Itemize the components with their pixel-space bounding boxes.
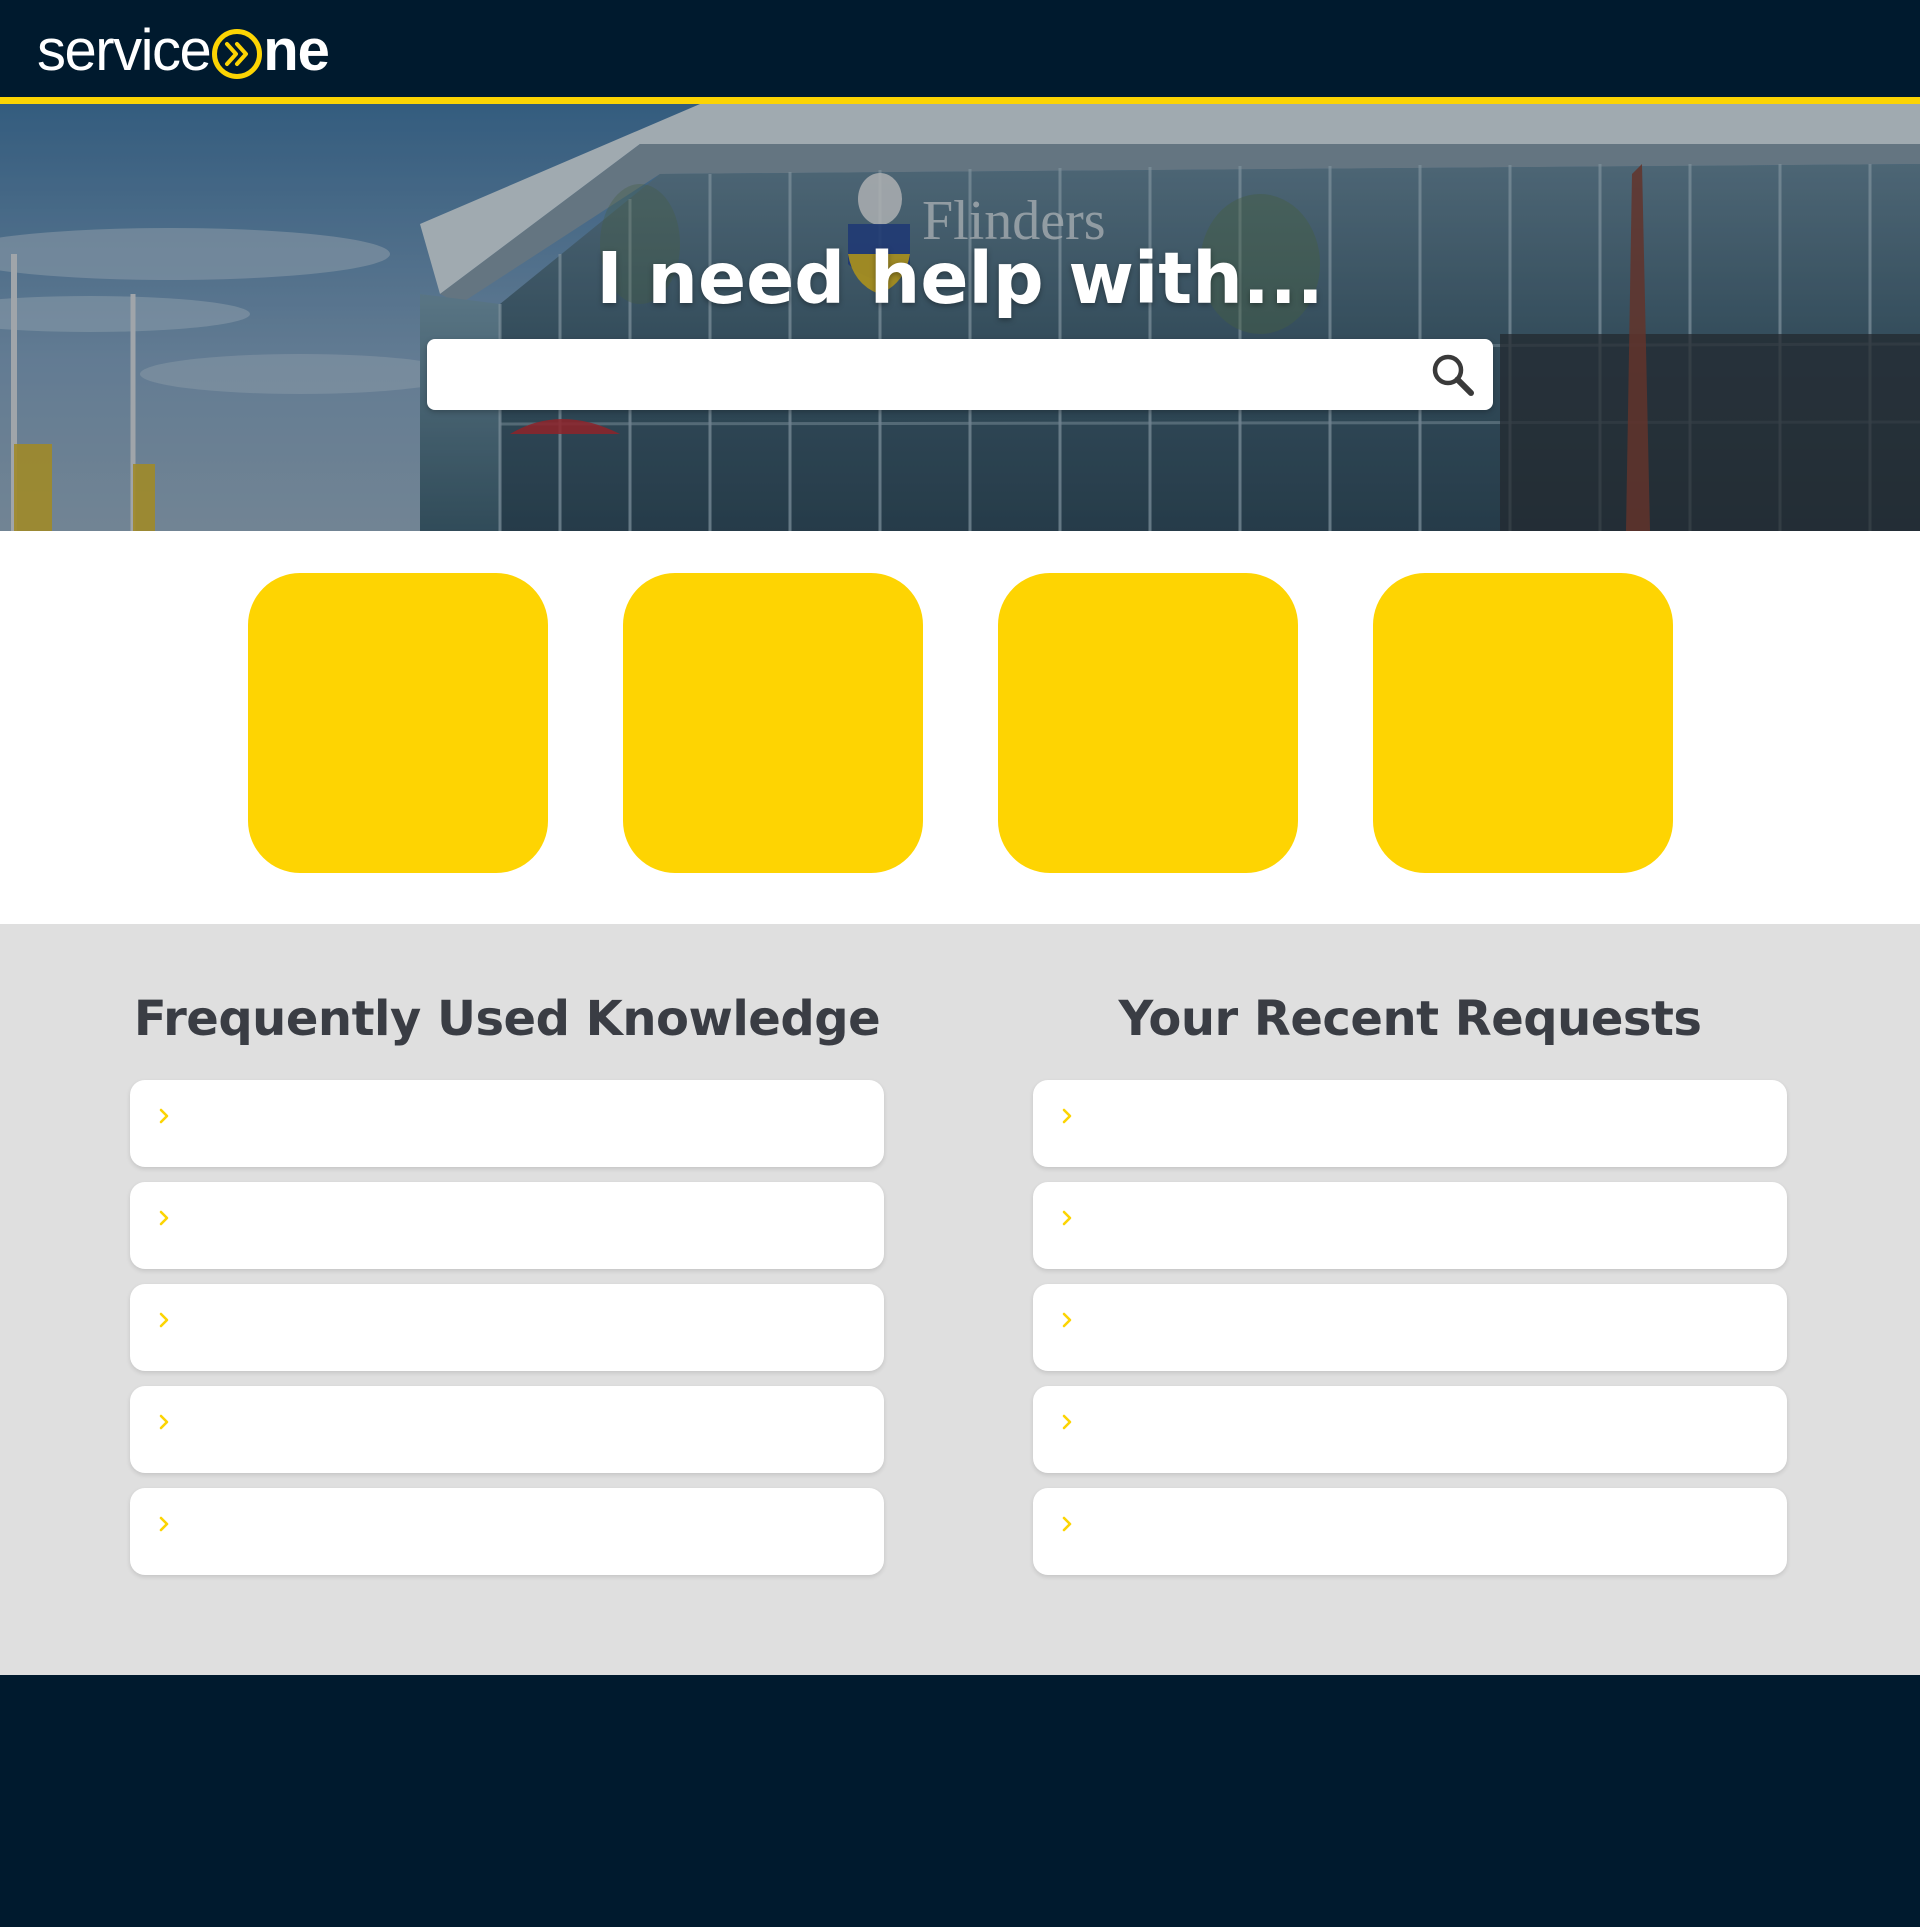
request-item[interactable]: [1033, 1284, 1787, 1371]
quick-link-tile-2[interactable]: [623, 573, 923, 873]
serviceone-logo[interactable]: service ne: [37, 18, 330, 84]
request-item[interactable]: [1033, 1080, 1787, 1167]
page-footer: [0, 1675, 1920, 1927]
quick-link-tile-1[interactable]: [248, 573, 548, 873]
top-header: service ne: [0, 0, 1920, 104]
search-button[interactable]: [1427, 349, 1479, 401]
knowledge-item[interactable]: [130, 1284, 884, 1371]
logo-text-ne: ne: [263, 18, 330, 83]
chevron-right-icon: [159, 1516, 169, 1532]
chevron-right-icon: [159, 1108, 169, 1124]
search-input[interactable]: [427, 339, 1407, 410]
request-item[interactable]: [1033, 1182, 1787, 1269]
chevron-right-icon: [1062, 1312, 1072, 1328]
chevron-right-icon: [1062, 1108, 1072, 1124]
logo-text-service: service: [37, 18, 212, 83]
chevron-right-icon: [1062, 1414, 1072, 1430]
lists-section: Frequently Used Knowledge Your Recent Re…: [0, 924, 1920, 1675]
quick-link-tile-3[interactable]: [998, 573, 1298, 873]
knowledge-title: Frequently Used Knowledge: [133, 991, 881, 1047]
quick-link-tile-4[interactable]: [1373, 573, 1673, 873]
knowledge-item[interactable]: [130, 1080, 884, 1167]
knowledge-item[interactable]: [130, 1488, 884, 1575]
search-box: [427, 339, 1493, 410]
search-icon: [1432, 354, 1474, 396]
request-item[interactable]: [1033, 1386, 1787, 1473]
request-item[interactable]: [1033, 1488, 1787, 1575]
chevron-right-icon: [1062, 1210, 1072, 1226]
chevron-right-icon: [159, 1414, 169, 1430]
knowledge-item[interactable]: [130, 1386, 884, 1473]
requests-list: [1033, 1080, 1787, 1590]
quick-links-section: [0, 531, 1920, 924]
chevron-right-icon: [159, 1210, 169, 1226]
chevron-right-icon: [159, 1312, 169, 1328]
requests-title: Your Recent Requests: [1118, 991, 1702, 1047]
knowledge-list: [130, 1080, 884, 1590]
hero-title: I need help with...: [596, 237, 1324, 320]
double-chevron-circle-icon: [212, 29, 263, 79]
knowledge-item[interactable]: [130, 1182, 884, 1269]
hero-banner: Flinders I need help with...: [0, 104, 1920, 531]
chevron-right-icon: [1062, 1516, 1072, 1532]
